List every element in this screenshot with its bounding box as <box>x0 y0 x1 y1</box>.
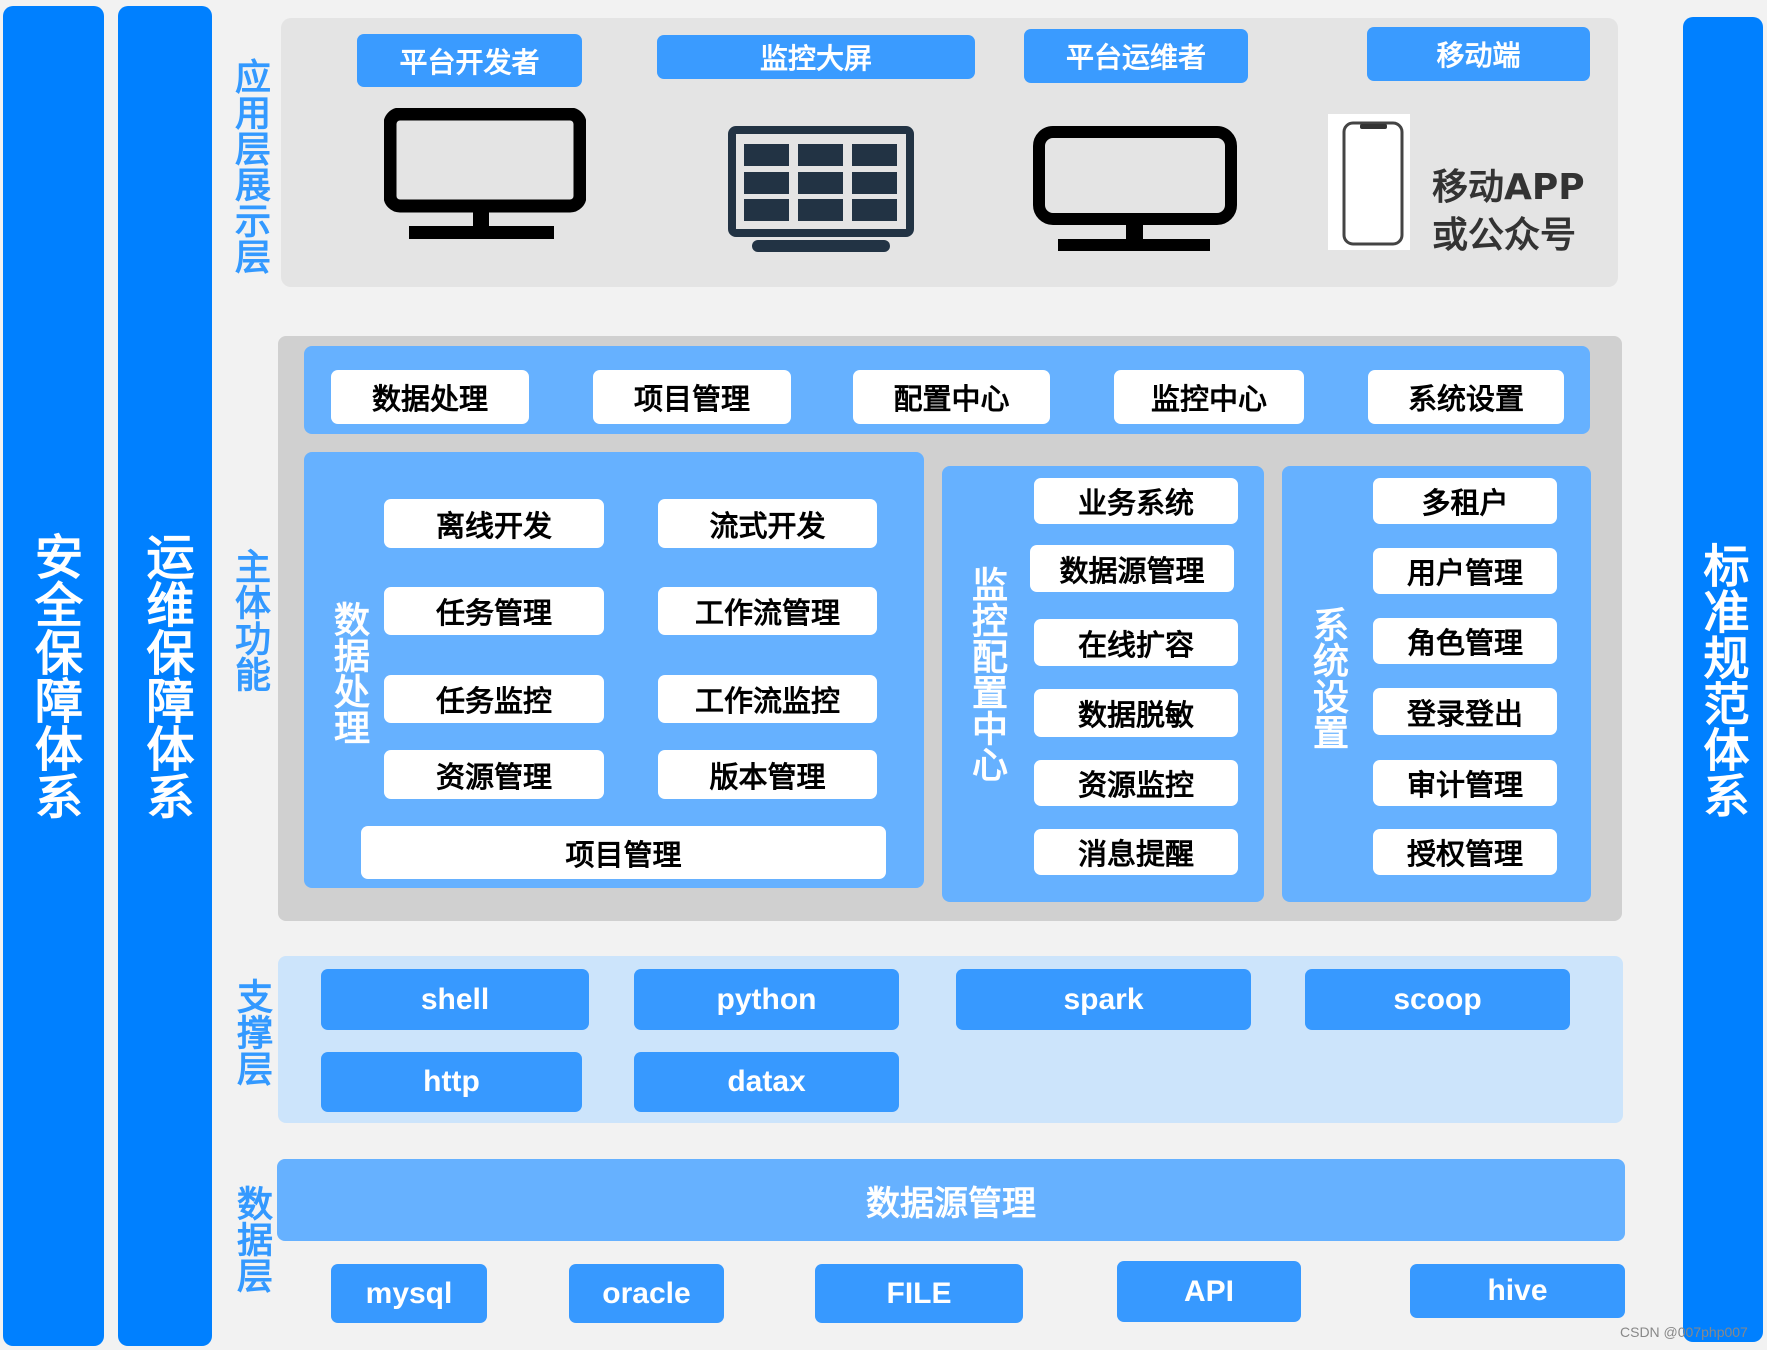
item-online-scaling[interactable]: 在线扩容 <box>1034 619 1238 666</box>
item-task-monitor[interactable]: 任务监控 <box>384 675 604 723</box>
item-message-alert[interactable]: 消息提醒 <box>1034 829 1238 875</box>
item-task-management[interactable]: 任务管理 <box>384 587 604 635</box>
item-data-masking[interactable]: 数据脱敏 <box>1034 689 1238 737</box>
tag-platform-developer[interactable]: 平台开发者 <box>357 34 582 87</box>
item-project-management[interactable]: 项目管理 <box>361 826 886 879</box>
tag-platform-operator[interactable]: 平台运维者 <box>1024 29 1248 83</box>
dashboard-screen-icon <box>728 126 914 252</box>
item-stream-dev[interactable]: 流式开发 <box>658 499 877 548</box>
item-multi-tenant[interactable]: 多租户 <box>1373 478 1557 524</box>
security-pillar-label: 安全保障体系 <box>26 532 82 820</box>
module-project-management[interactable]: 项目管理 <box>593 370 791 424</box>
tag-mobile[interactable]: 移动端 <box>1367 27 1590 81</box>
item-datasource-management[interactable]: 数据源管理 <box>1030 545 1234 592</box>
operations-pillar: 运维保障体系 <box>118 6 212 1346</box>
tech-http[interactable]: http <box>321 1052 582 1112</box>
tech-scoop[interactable]: scoop <box>1305 969 1570 1030</box>
data-layer-label: 数据层 <box>231 1185 272 1293</box>
item-version-management[interactable]: 版本管理 <box>658 750 877 799</box>
core-layer-label: 主体功能 <box>229 548 270 692</box>
monitor-config-label: 监控配置中心 <box>966 566 1007 782</box>
item-role-management[interactable]: 角色管理 <box>1373 618 1557 664</box>
tag-monitor-screen[interactable]: 监控大屏 <box>657 35 975 79</box>
source-file[interactable]: FILE <box>815 1264 1023 1323</box>
support-layer-label: 支撑层 <box>231 978 272 1086</box>
item-user-management[interactable]: 用户管理 <box>1373 548 1557 594</box>
data-processing-label: 数据处理 <box>328 600 369 745</box>
application-layer-label: 应用层展示层 <box>229 58 270 274</box>
standards-pillar-label: 标准规范体系 <box>1696 541 1751 818</box>
datasource-management-bar[interactable]: 数据源管理 <box>277 1159 1625 1241</box>
item-business-system[interactable]: 业务系统 <box>1034 478 1238 524</box>
module-data-processing[interactable]: 数据处理 <box>331 370 529 424</box>
item-authorization-management[interactable]: 授权管理 <box>1373 829 1557 875</box>
smartphone-icon <box>1328 114 1410 250</box>
monitor-icon <box>384 108 586 239</box>
watermark: CSDN @007php007 <box>1620 1324 1748 1340</box>
tech-datax[interactable]: datax <box>634 1052 899 1112</box>
mobile-app-line2: 或公众号 <box>1432 215 1577 256</box>
security-pillar: 安全保障体系 <box>3 6 104 1346</box>
item-workflow-management[interactable]: 工作流管理 <box>658 587 877 635</box>
tech-python[interactable]: python <box>634 969 899 1030</box>
monitor-icon <box>1033 126 1237 251</box>
source-hive[interactable]: hive <box>1410 1264 1625 1318</box>
source-mysql[interactable]: mysql <box>331 1264 487 1323</box>
standards-pillar: 标准规范体系 <box>1683 17 1763 1342</box>
source-api[interactable]: API <box>1117 1261 1301 1322</box>
item-resource-management[interactable]: 资源管理 <box>384 750 604 799</box>
module-monitor-center[interactable]: 监控中心 <box>1114 370 1304 424</box>
item-workflow-monitor[interactable]: 工作流监控 <box>658 675 877 723</box>
module-system-settings[interactable]: 系统设置 <box>1368 370 1564 424</box>
tech-shell[interactable]: shell <box>321 969 589 1030</box>
item-offline-dev[interactable]: 离线开发 <box>384 499 604 548</box>
module-config-center[interactable]: 配置中心 <box>853 370 1050 424</box>
item-audit-management[interactable]: 审计管理 <box>1373 760 1557 806</box>
operations-pillar-label: 运维保障体系 <box>137 532 194 820</box>
item-login-logout[interactable]: 登录登出 <box>1373 688 1557 735</box>
mobile-app-text: 移动APP 或公众号 <box>1432 164 1612 260</box>
mobile-app-line1: 移动APP <box>1432 167 1585 208</box>
source-oracle[interactable]: oracle <box>569 1264 724 1323</box>
tech-spark[interactable]: spark <box>956 969 1251 1030</box>
item-resource-monitor[interactable]: 资源监控 <box>1034 760 1238 806</box>
system-settings-label: 系统设置 <box>1307 605 1348 750</box>
